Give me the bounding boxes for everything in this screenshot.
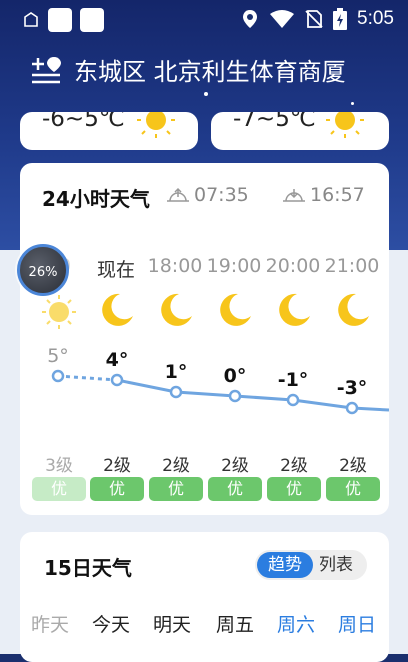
aqi-badge: 优 (326, 477, 380, 501)
temp-label: 0° (224, 365, 247, 387)
sun-icon (137, 112, 175, 138)
tomorrow-summary-card[interactable]: -7~5℃ (211, 112, 389, 150)
notification-icon (24, 12, 38, 27)
add-location-icon[interactable] (30, 55, 64, 85)
temp-label: -1° (278, 369, 309, 391)
today-temp-range: -6~5℃ (42, 112, 125, 132)
wind-level: 2级 (103, 456, 131, 476)
memory-boost-badge[interactable]: 26% (17, 244, 69, 296)
sun-icon (326, 112, 364, 138)
temp-point (169, 385, 183, 399)
daily-forecast-card[interactable]: 15日天气 趋势 列表 昨天 今天 明天 周五 周六 周日 (20, 532, 389, 662)
aqi-badge: 优 (149, 477, 203, 501)
temp-point (286, 393, 300, 407)
daily-title: 15日天气 (44, 556, 132, 580)
day-label: 今天 (92, 614, 131, 636)
wind-level: 2级 (221, 456, 249, 476)
view-toggle[interactable]: 趋势 列表 (255, 550, 367, 580)
status-time: 5:05 (357, 8, 394, 29)
temp-point (110, 373, 124, 387)
temp-label: -3° (337, 377, 368, 399)
temp-point (228, 389, 242, 403)
day-label: 周五 (216, 614, 255, 636)
location-title: 东城区 北京利生体育商厦 (74, 58, 346, 86)
day-label: 周六 (277, 614, 316, 636)
temp-point (51, 369, 65, 383)
wind-level: 3级 (45, 456, 73, 476)
app-notification-icon (80, 8, 104, 32)
wind-level: 2级 (280, 456, 308, 476)
temp-label: 4° (106, 349, 129, 371)
page-indicator-dot (204, 92, 208, 96)
day-label: 明天 (153, 614, 192, 636)
tomorrow-temp-range: -7~5℃ (233, 112, 316, 132)
status-bar: 5:05 (0, 0, 408, 40)
aqi-badge: 优 (32, 477, 86, 501)
app-notification-icon (48, 8, 72, 32)
today-summary-card[interactable]: -6~5℃ (20, 112, 198, 150)
toggle-list[interactable]: 列表 (311, 552, 361, 578)
wind-level: 2级 (162, 456, 190, 476)
temp-point (345, 401, 359, 415)
aqi-badge: 优 (90, 477, 144, 501)
no-sim-icon (305, 10, 323, 28)
day-label: 昨天 (31, 614, 70, 636)
aqi-badge: 优 (267, 477, 321, 501)
wind-level: 2级 (339, 456, 367, 476)
toggle-trend[interactable]: 趋势 (257, 552, 313, 578)
page-indicator-dot (351, 102, 354, 105)
temp-label: 1° (165, 361, 188, 383)
hourly-forecast-card[interactable]: 24小时天气 07:35 16:57 00 现在 18:00 19:00 20:… (20, 163, 389, 515)
aqi-badge: 优 (208, 477, 262, 501)
wifi-icon (270, 10, 295, 28)
day-label: 周日 (338, 614, 377, 636)
temp-line-past (57, 374, 118, 382)
location-header[interactable]: 东城区 北京利生体育商厦 (30, 52, 346, 87)
battery-icon (333, 8, 348, 30)
location-icon (243, 10, 258, 28)
temp-label: 5° (47, 345, 69, 367)
